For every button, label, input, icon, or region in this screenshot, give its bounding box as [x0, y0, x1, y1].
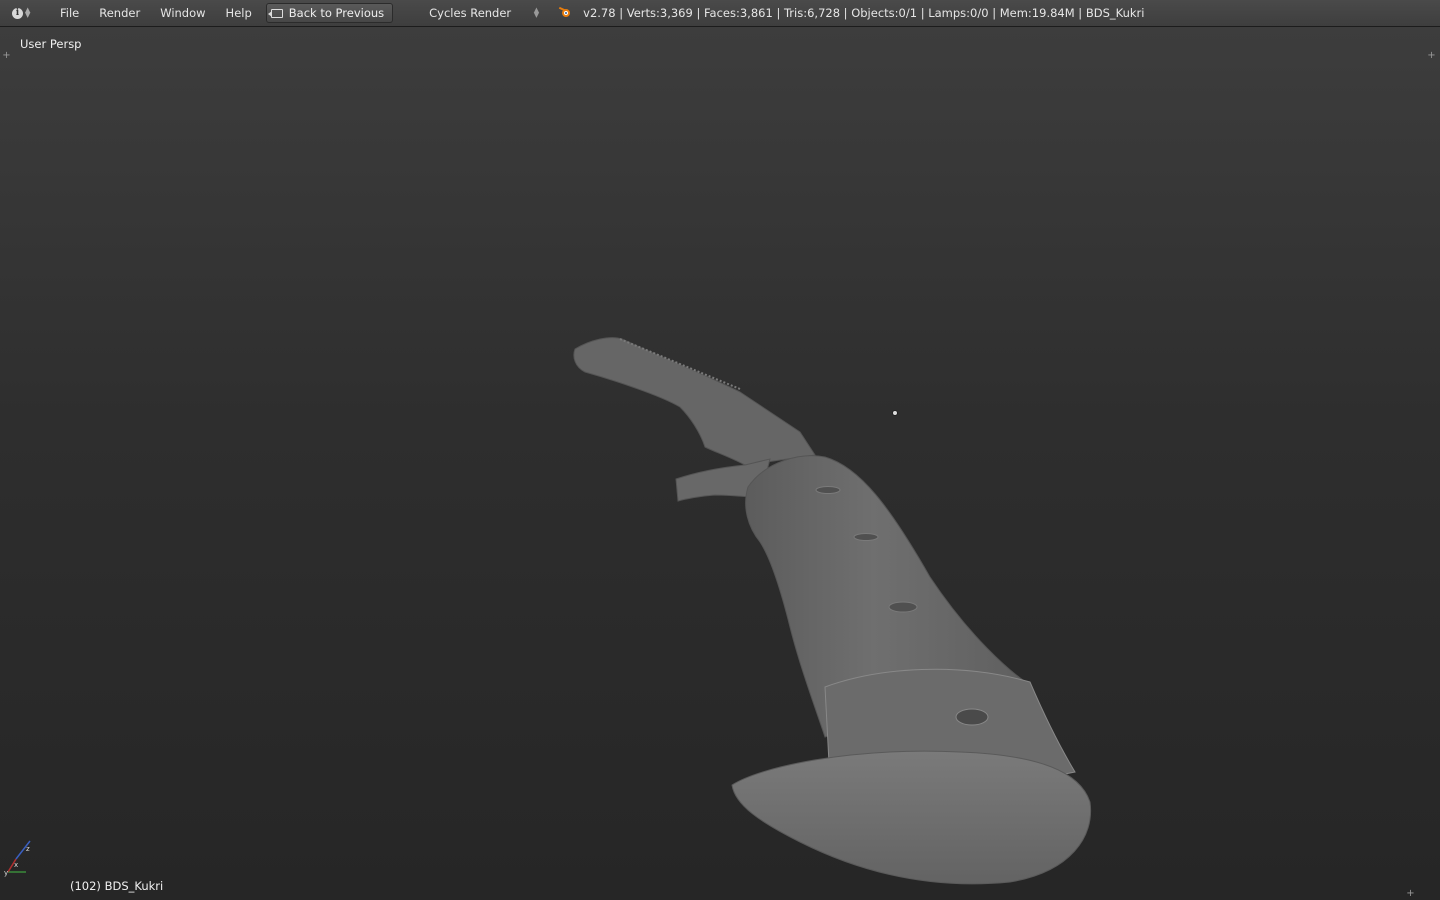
menu-help[interactable]: Help	[216, 3, 262, 23]
menu-window[interactable]: Window	[150, 3, 215, 23]
info-icon: i	[12, 7, 23, 19]
render-engine-select[interactable]: Cycles Render ▲ ▼	[423, 4, 539, 22]
object-label: (102) BDS_Kukri	[70, 879, 164, 893]
blade	[573, 337, 816, 466]
menu-file[interactable]: File	[50, 3, 89, 23]
axis-x-label: x	[14, 861, 18, 869]
axis-y-label: y	[4, 869, 8, 877]
back-to-previous-label: Back to Previous	[288, 6, 385, 20]
main-menu: File Render Window Help	[50, 3, 262, 23]
3d-viewport[interactable]: User Persp + + + y z x (102) BDS_Kukri	[0, 27, 1440, 900]
back-to-previous-button[interactable]: Back to Previous	[265, 3, 394, 23]
render-engine-value: Cycles Render	[429, 6, 512, 20]
info-header: i ▲ ▼ File Render Window Help Back to Pre…	[0, 0, 1440, 27]
back-arrow-icon	[267, 8, 283, 18]
updown-arrows-icon: ▲ ▼	[25, 6, 31, 19]
scene-stats: v2.78 | Verts:3,369 | Faces:3,861 | Tris…	[583, 6, 1145, 20]
editor-type-selector[interactable]: i ▲ ▼	[12, 4, 38, 22]
object-origin	[892, 410, 898, 416]
butt-cap	[731, 750, 1092, 885]
menu-render[interactable]: Render	[89, 3, 150, 23]
axis-z-label: z	[26, 845, 30, 853]
blender-logo-icon	[558, 6, 573, 20]
updown-arrows-icon: ▲ ▼	[533, 6, 540, 19]
axis-gizmo: y z x	[4, 840, 31, 877]
kukri-model[interactable]	[0, 27, 1440, 900]
